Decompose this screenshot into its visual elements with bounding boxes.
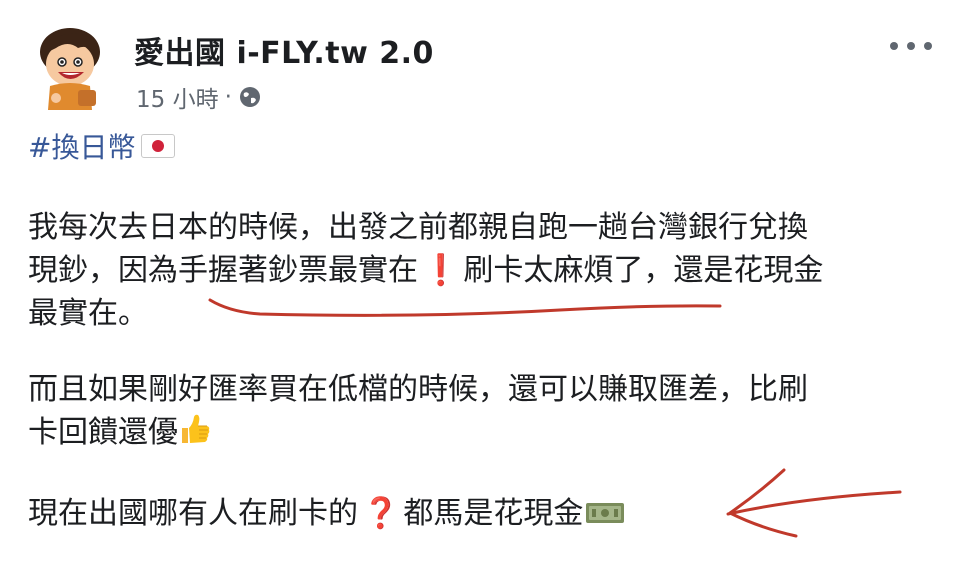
paragraph-text: 都馬是花現金 xyxy=(403,496,584,531)
paragraph-line: 卡回饋還優 xyxy=(28,411,808,454)
post-meta: 15 小時 · xyxy=(136,80,262,114)
hashtag-link[interactable]: #換日幣 xyxy=(28,126,176,166)
paragraph-line: 我每次去日本的時候，出發之前都親自跑一趟台灣銀行兌換 xyxy=(28,210,808,245)
paragraph-text: 刷卡太麻煩了，還是花現金 xyxy=(463,253,824,288)
question-icon: ❓ xyxy=(362,496,400,531)
cartoon-avatar-icon xyxy=(40,28,100,110)
exclamation-icon: ❗ xyxy=(422,253,460,288)
paragraph-line: 最實在。 xyxy=(28,296,148,331)
meta-separator: · xyxy=(224,84,232,110)
arrow-shaft xyxy=(726,490,902,516)
post-paragraph-1: 我每次去日本的時候，出發之前都親自跑一趟台灣銀行兌換 現鈔，因為手握著鈔票最實在… xyxy=(28,206,823,335)
post-time[interactable]: 15 小時 xyxy=(136,80,219,114)
post-paragraph-3: 現在出國哪有人在刷卡的 ❓ 都馬是花現金 xyxy=(28,492,625,535)
money-icon xyxy=(585,494,625,523)
globe-icon xyxy=(238,85,262,109)
paragraph-line: 現鈔，因為手握著鈔票最實在 ❗ 刷卡太麻煩了，還是花現金 xyxy=(28,249,823,292)
paragraph-text: 現鈔，因為手握著鈔票最實在 xyxy=(28,253,418,288)
arrow-head xyxy=(728,468,798,538)
paragraph-text: 現在出國哪有人在刷卡的 xyxy=(28,496,358,531)
avatar[interactable] xyxy=(34,24,110,110)
flag-jp-icon xyxy=(141,134,176,158)
paragraph-text: 卡回饋還優 xyxy=(28,415,178,450)
thumbs-up-icon xyxy=(178,412,212,446)
paragraph-line: 現在出國哪有人在刷卡的 ❓ 都馬是花現金 xyxy=(28,492,625,535)
facebook-post: 愛出國 i-FLY.tw 2.0 15 小時 · #換日幣 我每次去日本的時候，… xyxy=(0,0,960,572)
post-paragraph-2: 而且如果剛好匯率買在低檔的時候，還可以賺取匯差，比刷 卡回饋還優 xyxy=(28,368,808,454)
page-name[interactable]: 愛出國 i-FLY.tw 2.0 xyxy=(134,28,434,72)
more-horizontal-icon xyxy=(890,42,898,50)
more-options-button[interactable] xyxy=(890,34,932,58)
paragraph-line: 而且如果剛好匯率買在低檔的時候，還可以賺取匯差，比刷 xyxy=(28,372,808,407)
hashtag-text[interactable]: #換日幣 xyxy=(28,126,135,166)
